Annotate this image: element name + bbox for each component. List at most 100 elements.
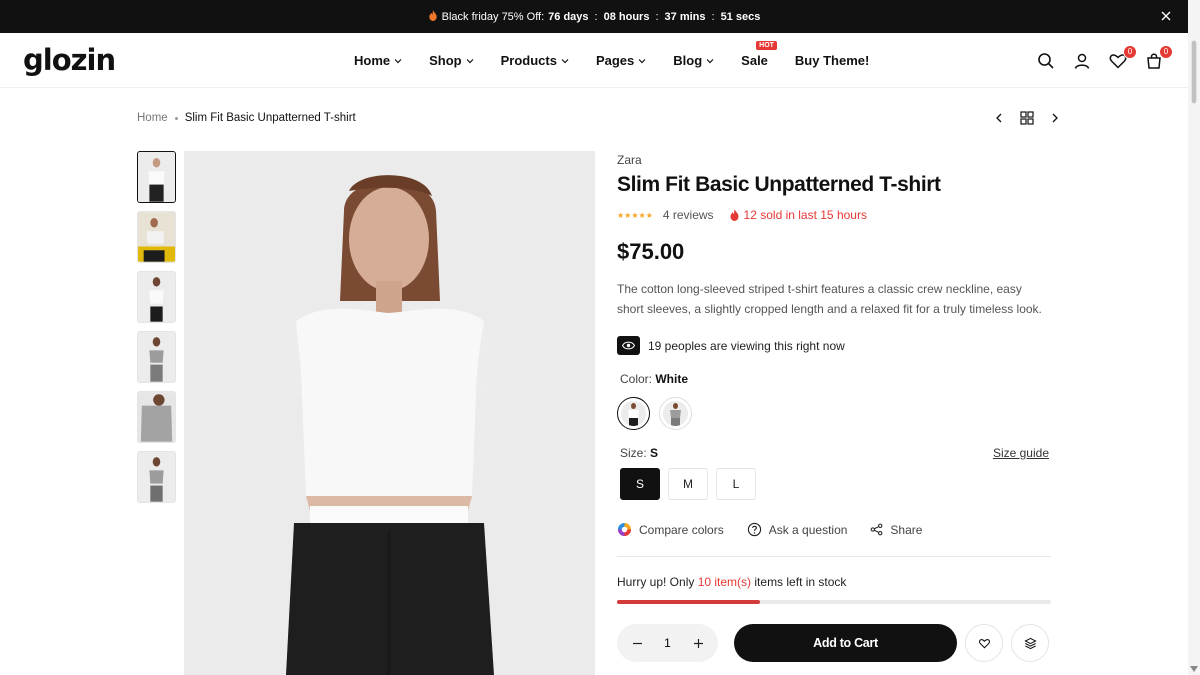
share-button[interactable]: Share [870,523,922,537]
scrollbar-thumb[interactable] [1191,40,1197,104]
stock-progress-bar [617,600,1051,604]
fire-icon [730,209,739,221]
thumbnail-image[interactable] [137,211,176,263]
countdown-separator: : [655,10,659,23]
product-navigation [992,111,1062,125]
size-option-s[interactable]: S [620,468,660,500]
thumbnail-image[interactable] [137,271,176,323]
next-product-icon[interactable] [1048,111,1062,125]
compare-colors-button[interactable]: Compare colors [617,522,724,537]
chevron-down-icon [394,58,402,63]
size-guide-link[interactable]: Size guide [993,446,1049,460]
nav-home[interactable]: Home [354,53,402,68]
breadcrumb-home[interactable]: Home [137,112,168,124]
thumbnail-image[interactable] [137,331,176,383]
minus-icon[interactable] [630,636,644,650]
nav-pages[interactable]: Pages [596,53,646,68]
prev-product-icon[interactable] [992,111,1006,125]
color-swatches [617,397,1051,430]
color-value: White [655,372,689,386]
nav-sale[interactable]: HOT Sale [741,41,777,68]
nav-label: Shop [429,53,462,68]
countdown-separator: : [711,10,715,23]
sold-text: 12 sold in last 15 hours [743,208,867,222]
logo[interactable]: glozin [23,43,116,77]
ask-question-button[interactable]: Ask a question [747,522,848,537]
wishlist-icon[interactable]: 0 [1108,44,1137,71]
heart-icon [978,638,990,648]
size-option-l[interactable]: L [716,468,756,500]
add-to-cart-button[interactable]: Add to Cart [734,624,957,662]
thumbnail-image[interactable] [137,391,176,443]
scroll-down-arrow-icon[interactable] [1190,666,1198,672]
grid-view-icon[interactable] [1020,111,1034,125]
breadcrumb: Home Slim Fit Basic Unpatterned T-shirt [137,112,356,124]
eye-icon [617,336,640,355]
stock-suffix: items left in stock [754,575,847,589]
color-label-text: Color: [620,372,653,386]
product-description: The cotton long-sleeved striped t-shirt … [617,282,1042,316]
nav-shop[interactable]: Shop [429,53,474,68]
nav-products[interactable]: Products [501,53,569,68]
page-scrollbar[interactable] [1188,0,1200,675]
reviews-link[interactable]: 4 reviews [663,208,714,222]
star-rating: ★★★★★ [617,210,653,220]
close-icon[interactable] [1158,8,1174,24]
layers-icon [1023,637,1037,649]
product-title: Slim Fit Basic Unpatterned T-shirt [617,173,941,196]
quantity-input[interactable] [652,636,683,650]
size-options: S M L [620,468,1051,500]
nav-label: Buy Theme! [794,53,870,68]
product-actions: Compare colors Ask a question Share [617,522,1051,537]
nav-label: Pages [595,53,635,68]
nav-blog[interactable]: Blog [673,53,714,68]
share-label: Share [890,522,923,537]
chevron-down-icon [561,58,569,63]
announcement-bar: Black friday 75% Off: 76 days : 08 hours… [0,0,1188,33]
ask-question-label: Ask a question [768,522,848,537]
share-icon [871,523,883,536]
site-header: glozin Home Shop Products Pages Blog HOT… [0,33,1188,88]
compare-colors-label: Compare colors [639,522,724,537]
rating-row: ★★★★★ 4 reviews 12 sold in last 15 hours [617,208,1051,222]
countdown-secs: 51 secs [720,10,761,23]
product-info: Zara Slim Fit Basic Unpatterned T-shirt … [617,151,1051,662]
product-brand[interactable]: Zara [617,153,1051,167]
stock-progress-fill [617,600,761,604]
cart-icon[interactable]: 0 [1144,44,1173,71]
sold-indicator: 12 sold in last 15 hours [729,208,867,222]
color-wheel-icon [617,522,632,537]
add-to-wishlist-button[interactable] [965,624,1003,662]
size-label: Size: S [620,446,658,460]
header-icons: 0 0 [1036,33,1173,88]
countdown-separator: : [594,10,598,23]
countdown-mins: 37 mins [664,10,706,23]
size-label-text: Size: [620,446,647,460]
live-viewers: 19 peoples are viewing this right now [617,336,1051,355]
color-swatch-white[interactable] [617,397,650,430]
nav-label: Sale [741,53,768,68]
breadcrumb-separator [174,116,178,120]
plus-icon[interactable] [691,636,705,650]
countdown-hours: 08 hours [603,10,650,23]
search-icon[interactable] [1036,51,1056,71]
size-value: S [650,446,659,460]
stock-count: 10 item(s) [697,575,752,589]
nav-buy-theme[interactable]: Buy Theme! [795,53,869,68]
hot-badge: HOT [756,41,777,50]
color-swatch-grey[interactable] [659,397,692,430]
size-option-m[interactable]: M [668,468,708,500]
fire-icon [428,9,438,24]
compare-button[interactable] [1011,624,1049,662]
chevron-down-icon [706,58,714,63]
nav-label: Home [354,53,391,68]
main-product-image[interactable] [184,151,595,675]
question-icon [747,522,761,537]
product-price: $75.00 [617,239,685,264]
section-divider [617,556,1051,557]
thumbnail-image[interactable] [137,151,176,203]
nav-label: Products [500,53,557,68]
thumbnail-image[interactable] [137,451,176,503]
countdown-days: 76 days [548,10,589,23]
account-icon[interactable] [1072,51,1092,71]
